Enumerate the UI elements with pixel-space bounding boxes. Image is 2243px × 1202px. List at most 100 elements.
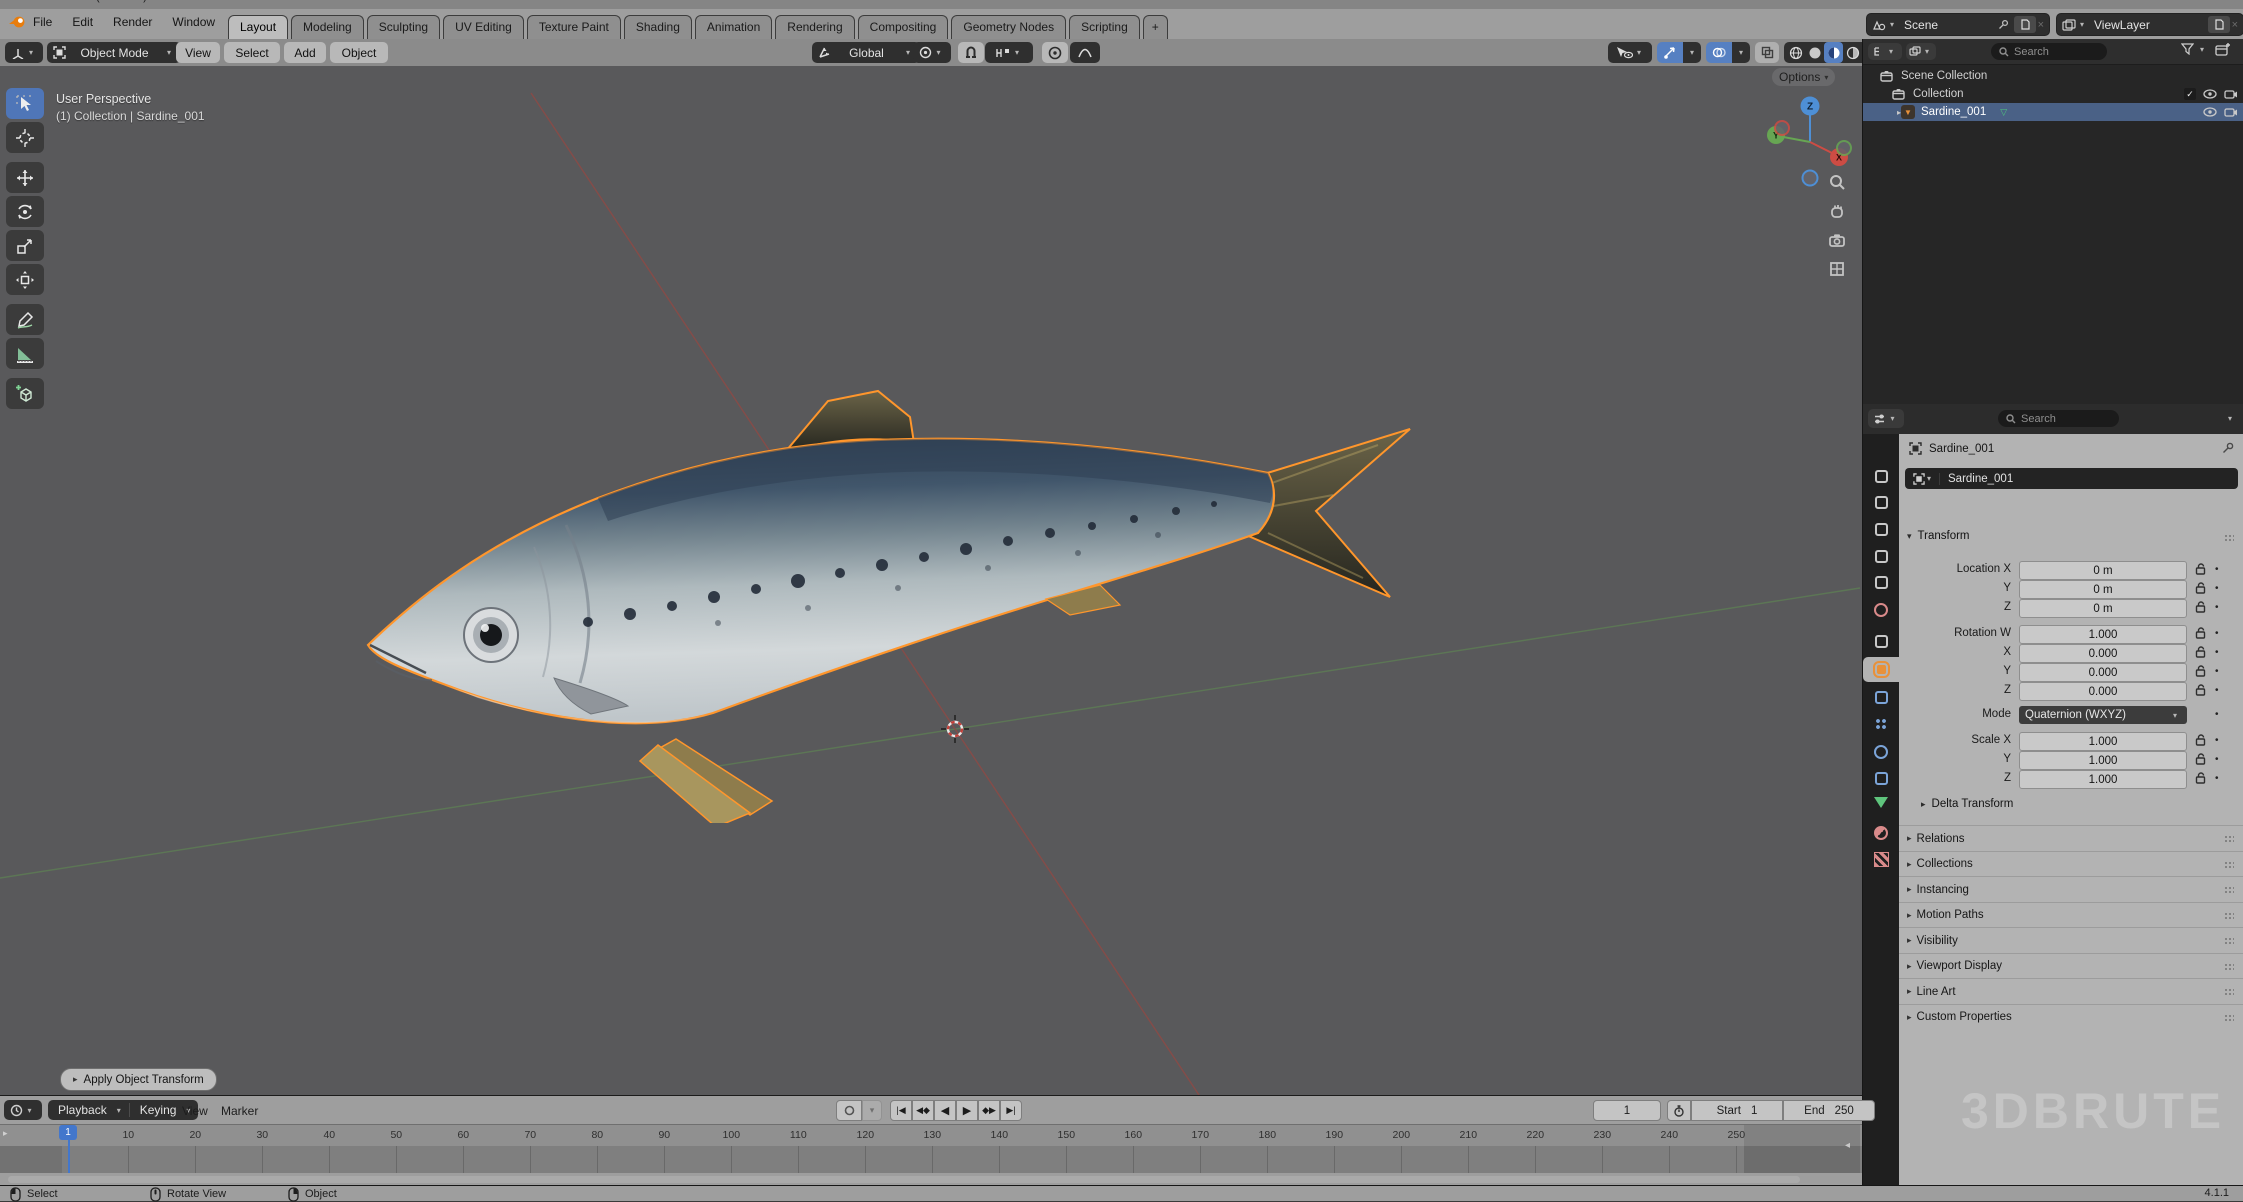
animate-property-dot[interactable]: • (2215, 735, 2219, 746)
tool-select-box[interactable] (6, 88, 44, 119)
tab-rendering[interactable]: Rendering (775, 15, 854, 39)
sardine-model[interactable] (358, 383, 1418, 823)
menu-file[interactable]: File (26, 12, 59, 32)
tab-scripting[interactable]: Scripting (1069, 15, 1140, 39)
shading-wireframe-button[interactable] (1786, 46, 1805, 60)
panel-instancing[interactable]: ▸Instancing (1899, 876, 2243, 902)
disable-render-toggle[interactable] (2224, 106, 2238, 118)
lock-toggle[interactable] (2194, 733, 2208, 747)
tool-measure[interactable] (6, 338, 44, 369)
tool-move[interactable] (6, 162, 44, 193)
overlays-toggle[interactable] (1706, 42, 1732, 63)
properties-tab-object[interactable] (1863, 657, 1899, 682)
lock-toggle[interactable] (2194, 771, 2208, 785)
transform-panel-header[interactable]: ▾ Transform (1907, 530, 1970, 542)
properties-tab-world[interactable] (1863, 597, 1899, 622)
pan-view-hand-icon[interactable] (1824, 198, 1850, 224)
keying-menu[interactable]: Keying (134, 1103, 183, 1117)
exclude-checkbox[interactable]: ✓ (2184, 88, 2196, 100)
properties-options-dropdown[interactable]: ▾ (2228, 414, 2232, 423)
properties-tab-render[interactable] (1863, 490, 1899, 515)
outliner-row-sardine_001[interactable]: ▸▼Sardine_001▽ (1863, 103, 2243, 121)
tool-transform[interactable] (6, 264, 44, 295)
properties-tab-collection[interactable] (1863, 629, 1899, 654)
timeline-channel-area[interactable] (0, 1146, 1862, 1173)
properties-editor-type-dropdown[interactable]: ▾ (1868, 409, 1904, 428)
drag-handle-icon[interactable] (2224, 861, 2234, 868)
camera-view-icon[interactable] (1824, 227, 1850, 253)
breadcrumb-object-name[interactable]: Sardine_001 (1929, 443, 1994, 455)
overlays-dropdown-button[interactable]: ▾ (1732, 42, 1750, 63)
transform-orientation-dropdown[interactable]: Global▾ (812, 42, 920, 63)
properties-tab-constraints[interactable] (1863, 766, 1899, 791)
playhead-current-frame-badge[interactable]: 1 (59, 1125, 77, 1140)
gizmos-dropdown-button[interactable]: ▾ (1683, 42, 1701, 63)
hide-eye-toggle[interactable] (2203, 89, 2217, 99)
tool-cursor[interactable] (6, 122, 44, 153)
region-collapse-icon[interactable]: ◂ (1845, 1140, 1850, 1151)
transform-value-field[interactable]: 0 m (2019, 561, 2187, 580)
animate-property-dot[interactable]: • (2215, 602, 2219, 613)
lock-toggle[interactable] (2194, 562, 2208, 576)
panel-motion-paths[interactable]: ▸Motion Paths (1899, 902, 2243, 928)
add-workspace-button[interactable]: + (1143, 15, 1168, 39)
properties-tab-physics[interactable] (1863, 739, 1899, 764)
timeline-editor-type-dropdown[interactable]: ▾ (4, 1100, 42, 1120)
overlays-dropdown[interactable]: ▾ (1706, 42, 1750, 63)
drag-handle-icon[interactable] (2224, 912, 2234, 919)
end-frame-field[interactable]: End250 (1783, 1100, 1875, 1121)
previous-keyframe-button[interactable]: ◀◆ (912, 1100, 934, 1121)
outliner-filter-dropdown[interactable]: ▾ (2181, 43, 2208, 55)
panel-custom-properties[interactable]: ▸Custom Properties (1899, 1004, 2243, 1030)
view-layer-selector[interactable]: ▾ ViewLayer × (2056, 13, 2243, 36)
animate-property-dot[interactable]: • (2215, 709, 2219, 720)
selectability-visibility-dropdown[interactable]: ▾ (1608, 42, 1652, 63)
viewport-menu-view[interactable]: View (176, 42, 220, 63)
menu-edit[interactable]: Edit (65, 12, 100, 32)
drag-handle-icon[interactable] (2224, 534, 2234, 541)
scene-selector[interactable]: ▾ Scene × (1866, 13, 2050, 36)
tab-animation[interactable]: Animation (695, 15, 772, 39)
tab-geometry-nodes[interactable]: Geometry Nodes (951, 15, 1066, 39)
shading-rendered-button[interactable] (1843, 46, 1862, 60)
options-dropdown[interactable]: Options ▾ (1772, 68, 1835, 86)
pivot-point-dropdown[interactable]: ▾ (913, 42, 951, 63)
transform-value-field[interactable]: 0.000 (2019, 644, 2187, 663)
remove-view-layer-icon[interactable]: × (2232, 19, 2238, 31)
lock-toggle[interactable] (2194, 626, 2208, 640)
lock-toggle[interactable] (2194, 600, 2208, 614)
operator-panel-button[interactable]: ▸ Apply Object Transform (60, 1068, 217, 1091)
zoom-view-icon[interactable] (1824, 169, 1850, 195)
lock-toggle[interactable] (2194, 581, 2208, 595)
properties-tab-tool[interactable] (1863, 464, 1899, 489)
tab-sculpting[interactable]: Sculpting (367, 15, 440, 39)
transform-value-field[interactable]: 0.000 (2019, 682, 2187, 701)
properties-search-input[interactable]: Search (1998, 410, 2119, 427)
tool-annotate[interactable] (6, 304, 44, 335)
tab-shading[interactable]: Shading (624, 15, 692, 39)
transform-value-field[interactable]: 0 m (2019, 599, 2187, 618)
gizmo-toggle[interactable] (1657, 42, 1683, 63)
jump-to-start-button[interactable]: |◀ (890, 1100, 912, 1121)
viewport-menu-select[interactable]: Select (224, 42, 280, 63)
drag-handle-icon[interactable] (2224, 835, 2234, 842)
timeline-marker-menu[interactable]: Marker (221, 1104, 258, 1118)
transform-value-field[interactable]: 1.000 (2019, 770, 2187, 789)
tab-uv-editing[interactable]: UV Editing (443, 15, 524, 39)
properties-tab-particles[interactable] (1863, 712, 1899, 737)
object-name-field[interactable]: ▾ Sardine_001 (1905, 468, 2238, 489)
lock-toggle[interactable] (2194, 683, 2208, 697)
menu-render[interactable]: Render (106, 12, 159, 32)
toggle-perspective-icon[interactable] (1824, 256, 1850, 282)
transform-value-field[interactable]: 1.000 (2019, 751, 2187, 770)
proportional-falloff-dropdown[interactable] (1070, 42, 1100, 63)
pin-icon[interactable] (2222, 442, 2234, 454)
animate-property-dot[interactable]: • (2215, 754, 2219, 765)
panel-collections[interactable]: ▸Collections (1899, 851, 2243, 877)
outliner-row-collection[interactable]: Collection✓ (1863, 85, 2243, 103)
tool-rotate[interactable] (6, 196, 44, 227)
drag-handle-icon[interactable] (2224, 886, 2234, 893)
gizmos-dropdown[interactable]: ▾ (1657, 42, 1701, 63)
properties-tab-texture[interactable] (1863, 847, 1899, 872)
properties-tab-material[interactable] (1863, 820, 1899, 845)
